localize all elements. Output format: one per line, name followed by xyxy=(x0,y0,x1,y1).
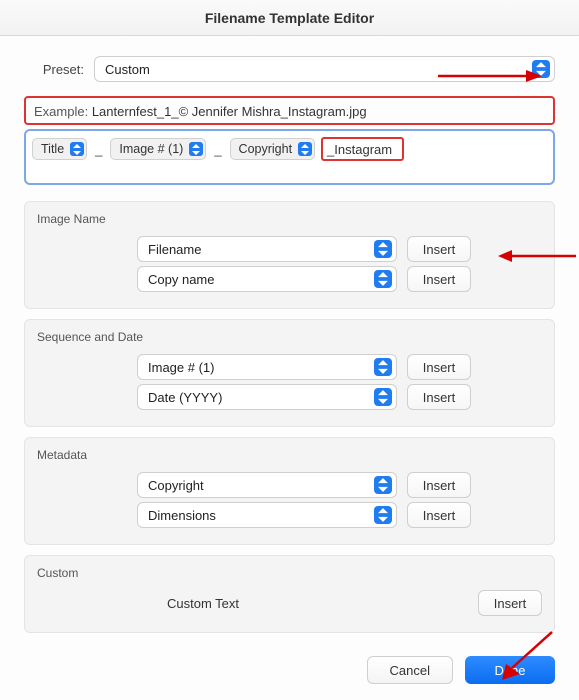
custom-text-label: Custom Text xyxy=(167,596,468,611)
select-copy-name[interactable]: Copy name xyxy=(137,266,397,292)
updown-icon xyxy=(532,60,550,78)
token-title[interactable]: Title xyxy=(32,138,87,160)
insert-button[interactable]: Insert xyxy=(478,590,542,616)
done-button[interactable]: Done xyxy=(465,656,555,684)
updown-icon xyxy=(189,142,203,156)
preset-row: Preset: Custom xyxy=(24,56,555,82)
preset-select[interactable]: Custom xyxy=(94,56,555,82)
updown-icon xyxy=(374,270,392,288)
token-separator: _ xyxy=(212,142,223,157)
select-date[interactable]: Date (YYYY) xyxy=(137,384,397,410)
example-highlight: Example: Lanternfest_1_© Jennifer Mishra… xyxy=(24,96,555,125)
updown-icon xyxy=(374,476,392,494)
token-custom-text[interactable]: _Instagram xyxy=(321,137,404,161)
token-copyright[interactable]: Copyright xyxy=(230,138,316,160)
updown-icon xyxy=(374,388,392,406)
section-title: Image Name xyxy=(37,212,542,226)
cancel-button[interactable]: Cancel xyxy=(367,656,453,684)
select-dimensions[interactable]: Dimensions xyxy=(137,502,397,528)
token-separator: _ xyxy=(93,142,104,157)
select-image-number[interactable]: Image # (1) xyxy=(137,354,397,380)
section-metadata: Metadata Copyright Insert Dimensions Ins… xyxy=(24,437,555,545)
section-custom: Custom Custom Text Insert xyxy=(24,555,555,633)
preset-label: Preset: xyxy=(24,62,84,77)
updown-icon xyxy=(298,142,312,156)
example-value: Lanternfest_1_© Jennifer Mishra_Instagra… xyxy=(92,104,367,119)
insert-button[interactable]: Insert xyxy=(407,354,471,380)
updown-icon xyxy=(374,240,392,258)
section-title: Custom xyxy=(37,566,542,580)
insert-button[interactable]: Insert xyxy=(407,266,471,292)
updown-icon xyxy=(374,506,392,524)
example-label: Example: xyxy=(34,104,88,119)
window-title: Filename Template Editor xyxy=(205,10,374,26)
preset-value: Custom xyxy=(105,62,150,77)
insert-button[interactable]: Insert xyxy=(407,502,471,528)
insert-button[interactable]: Insert xyxy=(407,384,471,410)
section-title: Sequence and Date xyxy=(37,330,542,344)
section-title: Metadata xyxy=(37,448,542,462)
updown-icon xyxy=(374,358,392,376)
section-sequence-date: Sequence and Date Image # (1) Insert Dat… xyxy=(24,319,555,427)
title-bar: Filename Template Editor xyxy=(0,0,579,36)
select-filename[interactable]: Filename xyxy=(137,236,397,262)
section-image-name: Image Name Filename Insert Copy name Ins… xyxy=(24,201,555,309)
insert-button[interactable]: Insert xyxy=(407,472,471,498)
token-image-number[interactable]: Image # (1) xyxy=(110,138,206,160)
template-field[interactable]: Title _ Image # (1) _ Copyright _Instagr… xyxy=(24,129,555,185)
updown-icon xyxy=(70,142,84,156)
select-copyright[interactable]: Copyright xyxy=(137,472,397,498)
insert-button[interactable]: Insert xyxy=(407,236,471,262)
